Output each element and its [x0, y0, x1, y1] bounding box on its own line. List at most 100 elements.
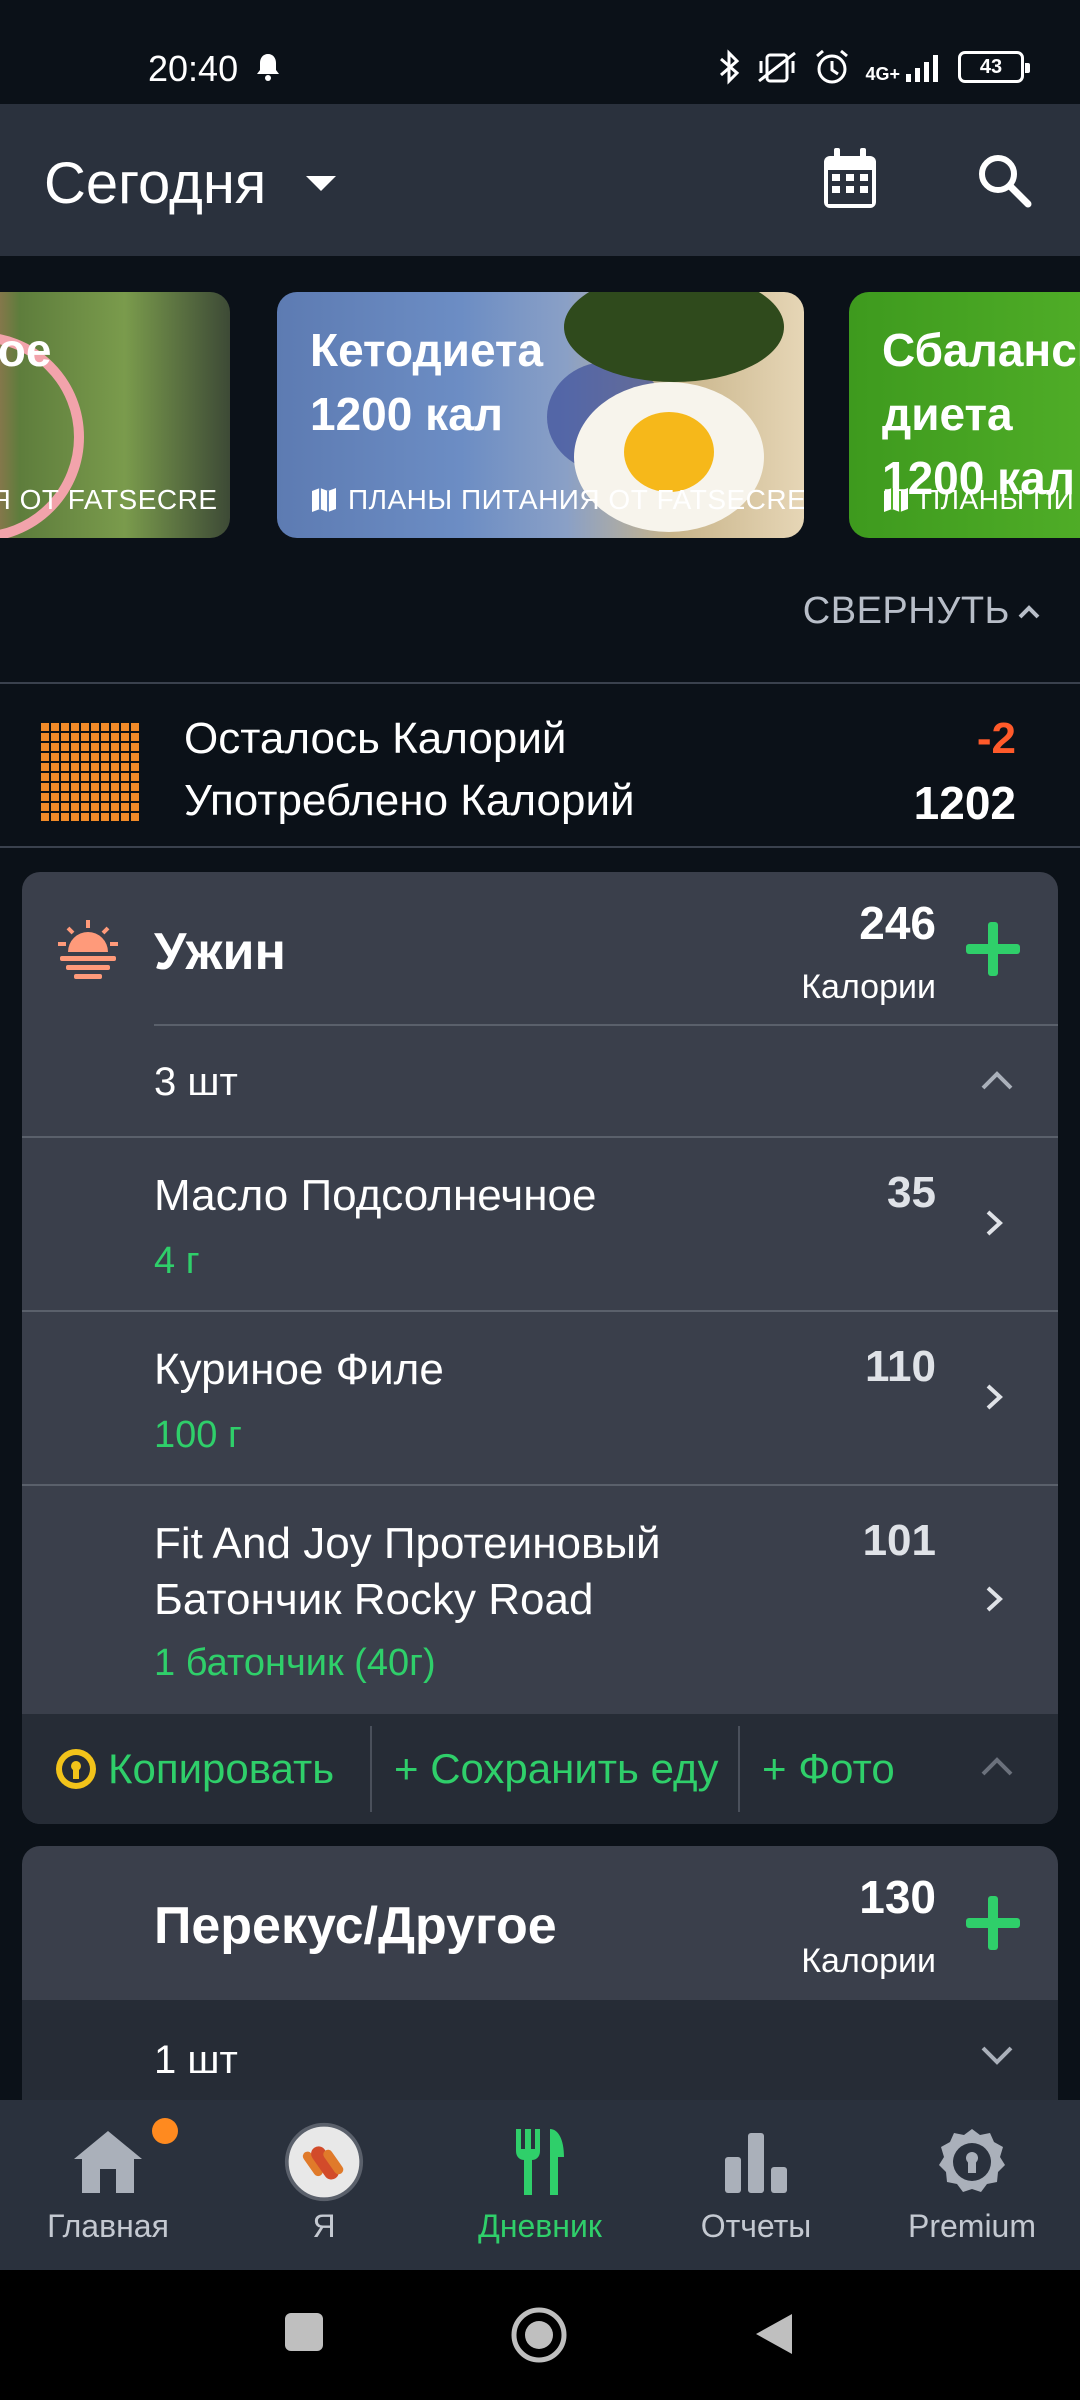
add-photo-label: + Фото	[762, 1745, 895, 1792]
page-title: Сегодня	[44, 151, 267, 216]
food-item[interactable]: Масло Подсолнечное 4 г 35	[22, 1136, 1058, 1310]
food-calories: 101	[862, 1516, 936, 1565]
copy-button[interactable]: Копировать	[22, 1714, 370, 1824]
nav-label: Главная	[47, 2208, 169, 2244]
battery-indicator: 43	[958, 51, 1030, 83]
add-food-button[interactable]	[964, 920, 1022, 978]
date-selector[interactable]: Сегодня	[44, 150, 337, 217]
meal-title: Перекус/Другое	[154, 1897, 557, 1955]
chevron-right-icon	[986, 1210, 1003, 1236]
nav-me[interactable]: Я	[216, 2100, 432, 2270]
consumed-calories-value: 1202	[913, 777, 1016, 829]
food-calories: 110	[865, 1342, 936, 1391]
meal-plan-title: ное	[0, 324, 52, 376]
meal-plan-subtitle: ПЛАНЫ ПИТАНИЯ ОТ FATSECRE	[310, 484, 804, 516]
food-amount: 4 г	[154, 1240, 200, 1282]
caret-down-icon	[306, 176, 337, 191]
bluetooth-icon	[720, 49, 740, 85]
meal-plan-card[interactable]: Сбаланси диета 1200 кал ПЛАНЫ ПИ	[849, 292, 1080, 538]
calorie-grid-icon	[41, 723, 139, 821]
notification-dot	[152, 2118, 178, 2144]
nav-label: Отчеты	[700, 2208, 812, 2244]
recents-icon[interactable]	[282, 2310, 326, 2354]
food-amount: 100 г	[154, 1414, 242, 1456]
food-name: Fit And Joy Протеиновый Батончик Rocky R…	[154, 1519, 661, 1624]
add-food-button[interactable]	[964, 1894, 1022, 1952]
meal-header[interactable]: Перекус/Другое 130 Калории	[22, 1846, 1058, 2000]
home-icon	[68, 2122, 148, 2202]
system-navigation-bar	[0, 2270, 1080, 2400]
meal-calories-label: Калории	[801, 968, 936, 1006]
status-icons: 4G+ 43	[717, 48, 1030, 86]
bell-icon	[257, 54, 279, 81]
calorie-summary[interactable]: Осталось Калорий Употреблено Калорий -2 …	[0, 684, 1080, 846]
chevron-right-icon	[986, 1384, 1003, 1410]
meal-card-dinner: Ужин 246 Калории 3 шт Масло Подсолнечное…	[22, 872, 1058, 1824]
remaining-calories-label: Осталось Калорий	[184, 714, 567, 763]
collapse-label: СВЕРНУТЬ	[802, 590, 1010, 632]
divider	[0, 846, 1080, 848]
avatar	[284, 2122, 364, 2202]
consumed-calories-label: Употреблено Калорий	[184, 776, 635, 825]
nav-label: Я	[312, 2208, 336, 2244]
meal-title: Ужин	[154, 923, 286, 981]
food-item[interactable]: Куриное Филе 100 г 110	[22, 1310, 1058, 1484]
chevron-right-icon	[986, 1586, 1003, 1612]
meal-action-bar: Копировать + Сохранить еду + Фото	[22, 1714, 1058, 1824]
remaining-calories-value: -2	[976, 714, 1016, 763]
chevron-up-icon	[981, 1071, 1013, 1090]
signal-icon: 4G+	[865, 52, 944, 83]
save-meal-button[interactable]: + Сохранить еду	[370, 1726, 738, 1812]
egg-yolk-image	[624, 412, 714, 492]
status-time: 20:40	[148, 48, 239, 89]
map-icon	[884, 488, 908, 512]
fork-knife-icon	[500, 2122, 580, 2202]
meal-calories: 130	[859, 1871, 936, 1923]
meal-plan-title: Сбаланси диета 1200 кал	[882, 324, 1080, 504]
app-bar: Сегодня	[0, 104, 1080, 256]
add-photo-button[interactable]: + Фото	[738, 1726, 938, 1812]
meal-calories-label: Калории	[801, 1942, 936, 1980]
meal-plan-card[interactable]: Кетодиета 1200 кал ПЛАНЫ ПИТАНИЯ ОТ FATS…	[277, 292, 804, 538]
food-name: Масло Подсолнечное	[154, 1171, 597, 1220]
food-name: Куриное Филе	[154, 1345, 444, 1394]
alarm-icon	[816, 49, 849, 84]
meal-plan-title: Кетодиета 1200 кал	[310, 324, 544, 440]
item-count-row[interactable]: 3 шт	[22, 1026, 1058, 1136]
home-button-icon[interactable]	[510, 2306, 568, 2364]
food-item[interactable]: Fit And Joy Протеиновый Батончик Rocky R…	[22, 1484, 1058, 1714]
save-meal-label: + Сохранить еду	[394, 1745, 719, 1792]
collapse-button[interactable]: СВЕРНУТЬ	[803, 590, 1040, 633]
premium-icon	[932, 2122, 1012, 2202]
nav-label: Дневник	[478, 2208, 602, 2244]
back-icon[interactable]	[752, 2310, 796, 2358]
search-icon[interactable]	[976, 152, 1032, 208]
meal-plan-subtitle: ПЛАНЫ ПИ	[882, 484, 1074, 516]
item-count: 1 шт	[154, 2038, 238, 2082]
nav-diary[interactable]: Дневник	[432, 2100, 648, 2270]
meal-plan-carousel[interactable]: ное ИЯ ОТ FATSECRE Кетодиета 1200 кал ПЛ…	[0, 292, 1080, 538]
nav-home[interactable]: Главная	[0, 2100, 216, 2270]
calendar-icon[interactable]	[820, 148, 880, 212]
nav-reports[interactable]: Отчеты	[648, 2100, 864, 2270]
meal-plan-card[interactable]: ное ИЯ ОТ FATSECRE	[0, 292, 230, 538]
map-icon	[312, 488, 336, 512]
food-calories: 35	[887, 1168, 936, 1217]
nav-label: Premium	[907, 2208, 1036, 2244]
chevron-up-icon[interactable]	[980, 1750, 1014, 1784]
moon-icon	[72, 1900, 94, 1944]
meal-calories: 246	[859, 897, 936, 949]
vibrate-off-icon	[758, 51, 797, 83]
premium-coin-icon	[56, 1749, 96, 1789]
food-amount: 1 батончик (40г)	[154, 1642, 436, 1684]
chevron-up-icon	[1018, 604, 1040, 618]
meal-plan-subtitle: ИЯ ОТ FATSECRE	[0, 484, 218, 515]
status-bar: 20:40 4G+ 43	[0, 0, 1080, 104]
item-count: 3 шт	[154, 1060, 238, 1104]
meal-header[interactable]: Ужин 246 Калории	[22, 872, 1058, 1026]
bar-chart-icon	[716, 2122, 796, 2202]
chevron-down-icon	[981, 2046, 1013, 2065]
nav-premium[interactable]: Premium	[864, 2100, 1080, 2270]
sunset-icon	[58, 920, 118, 979]
bottom-navigation: Главная Я Дневник Отчеты Premium	[0, 2100, 1080, 2270]
